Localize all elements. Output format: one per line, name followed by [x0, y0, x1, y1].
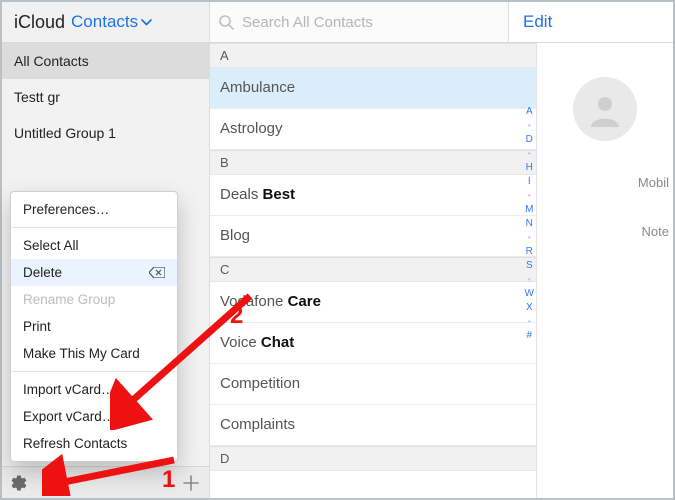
menu-item-label: Export vCard… — [23, 409, 115, 424]
menu-item-label: Rename Group — [23, 292, 115, 307]
contact-row[interactable]: Complaints — [210, 405, 536, 446]
actions-menu: Preferences… Select All Delete Rename Group… — [10, 191, 178, 462]
alphabet-index[interactable]: A•D•HI•MN•RS•WX•# — [525, 105, 534, 343]
menu-separator — [11, 227, 177, 228]
menu-item[interactable]: Preferences… — [11, 196, 177, 223]
gear-icon — [10, 474, 28, 492]
person-icon — [585, 89, 625, 129]
menu-item-label: Delete — [23, 265, 62, 280]
index-dot: • — [528, 315, 531, 329]
menu-item-label: Refresh Contacts — [23, 436, 127, 451]
menu-item[interactable]: Import vCard… — [11, 376, 177, 403]
groups-sidebar: All ContactsTestt grUntitled Group 1 Pre… — [2, 43, 210, 498]
section-header: C — [210, 257, 536, 282]
contact-first: Vodafone — [220, 293, 283, 310]
service-switcher-label: Contacts — [71, 12, 138, 32]
index-letter[interactable]: # — [526, 329, 532, 343]
contact-last: Chat — [261, 334, 294, 351]
contacts-list: AAmbulanceAstrologyBDeals BestBlogCVodaf… — [210, 43, 537, 498]
section-header: A — [210, 43, 536, 68]
contact-first: Blog — [220, 227, 250, 244]
index-dot: • — [528, 231, 531, 245]
avatar — [573, 77, 637, 141]
menu-item-label: Select All — [23, 238, 79, 253]
index-letter[interactable]: A — [526, 105, 533, 119]
contact-row[interactable]: Vodafone Care — [210, 282, 536, 323]
index-letter[interactable]: W — [525, 287, 534, 301]
edit-button[interactable]: Edit — [523, 12, 552, 32]
contact-row[interactable]: Ambulance — [210, 68, 536, 109]
sidebar-item[interactable]: All Contacts — [2, 43, 209, 79]
contact-row[interactable]: Voice Chat — [210, 323, 536, 364]
index-letter[interactable]: M — [525, 203, 533, 217]
contact-row[interactable]: Deals Best — [210, 175, 536, 216]
erase-icon — [149, 267, 165, 278]
menu-item[interactable]: Select All — [11, 232, 177, 259]
menu-item-label: Print — [23, 319, 51, 334]
contact-row[interactable]: Blog — [210, 216, 536, 257]
detail-field-mobile: Mobil — [638, 175, 669, 190]
menu-item[interactable]: Make This My Card — [11, 340, 177, 367]
add-button[interactable] — [183, 475, 199, 491]
index-letter[interactable]: R — [526, 245, 533, 259]
menu-item-label: Preferences… — [23, 202, 109, 217]
index-dot: • — [528, 147, 531, 161]
menu-item-label: Import vCard… — [23, 382, 115, 397]
service-switcher[interactable]: Contacts — [71, 12, 152, 32]
index-letter[interactable]: I — [528, 175, 531, 189]
menu-item[interactable]: Print — [11, 313, 177, 340]
sidebar-item[interactable]: Testt gr — [2, 79, 209, 115]
section-header: B — [210, 150, 536, 175]
menu-item: Rename Group — [11, 286, 177, 313]
detail-field-note: Note — [642, 224, 669, 239]
index-letter[interactable]: D — [526, 133, 533, 147]
menu-separator — [11, 371, 177, 372]
chevron-down-icon — [141, 19, 152, 26]
brand-label: iCloud — [14, 12, 65, 33]
contact-row[interactable]: Astrology — [210, 109, 536, 150]
gear-button[interactable] — [10, 474, 28, 492]
index-dot: • — [528, 119, 531, 133]
contact-detail: Mobil Note — [537, 43, 673, 498]
menu-item-label: Make This My Card — [23, 346, 140, 361]
index-letter[interactable]: S — [526, 259, 533, 273]
sidebar-item[interactable]: Untitled Group 1 — [2, 115, 209, 151]
index-dot: • — [528, 189, 531, 203]
contact-last: Best — [263, 186, 296, 203]
contact-first: Competition — [220, 375, 300, 392]
plus-icon — [183, 475, 199, 491]
index-letter[interactable]: H — [526, 161, 533, 175]
index-dot: • — [528, 273, 531, 287]
search-icon — [218, 14, 234, 30]
contact-first: Deals — [220, 186, 258, 203]
search-input[interactable] — [240, 13, 500, 32]
index-letter[interactable]: X — [526, 301, 533, 315]
menu-item[interactable]: Delete — [11, 259, 177, 286]
contact-last: Care — [288, 293, 321, 310]
contact-row[interactable]: Competition — [210, 364, 536, 405]
contact-first: Voice — [220, 334, 257, 351]
menu-item[interactable]: Refresh Contacts — [11, 430, 177, 457]
contact-first: Astrology — [220, 120, 283, 137]
index-letter[interactable]: N — [526, 217, 533, 231]
contact-first: Complaints — [220, 416, 295, 433]
contact-first: Ambulance — [220, 79, 295, 96]
menu-item[interactable]: Export vCard… — [11, 403, 177, 430]
section-header: D — [210, 446, 536, 471]
